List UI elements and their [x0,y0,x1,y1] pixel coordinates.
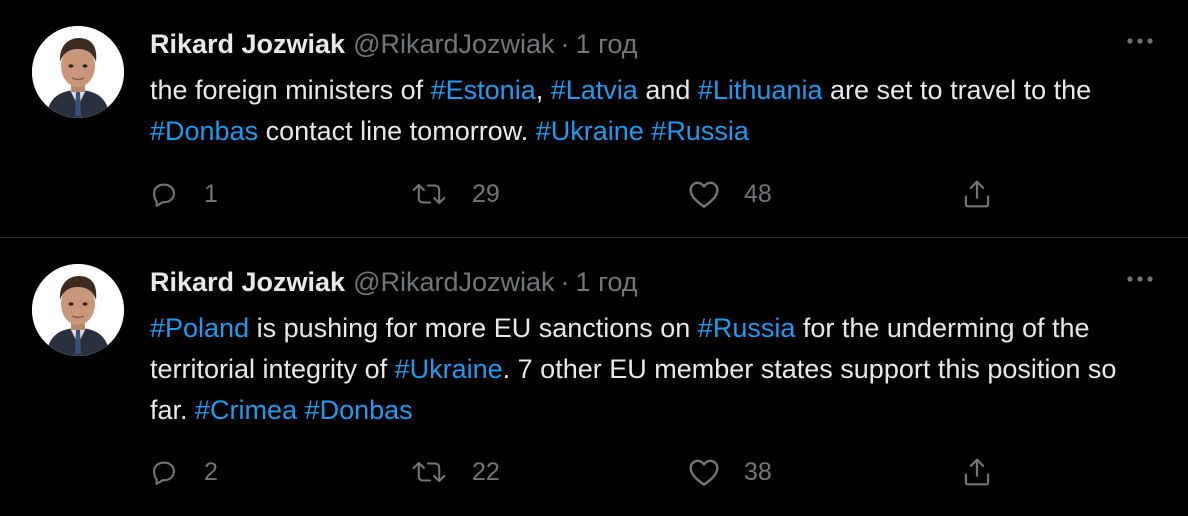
tweet-text: #Poland is pushing for more EU sanctions… [150,308,1160,431]
separator: · [560,29,570,59]
reply-icon [153,461,175,485]
avatar-image [32,26,124,118]
hashtag-link[interactable]: #Lithuania [698,75,823,105]
timestamp[interactable]: 1 год [576,29,638,59]
retweet-count: 22 [472,457,500,486]
hashtag-link[interactable]: #Ukraine [395,354,503,384]
tweet[interactable]: Rikard Jozwiak @RikardJozwiak · 1 год the f… [0,0,1188,238]
hashtag-link[interactable]: #Estonia [431,75,536,105]
like-count: 48 [744,179,772,208]
text-segment: is pushing for more EU sanctions on [249,313,698,343]
retweet-button[interactable]: 29 [412,174,500,214]
share-icon [964,458,990,486]
avatar[interactable] [32,264,124,356]
text-segment: the foreign ministers of [150,75,431,105]
text-segment: contact line tomorrow. [258,116,536,146]
text-segment: , [535,75,551,105]
reply-icon [153,183,175,207]
text-segment [297,395,305,425]
separator: · [560,267,570,297]
reply-button[interactable]: 2 [150,452,218,492]
hashtag-link[interactable]: #Donbas [305,395,413,425]
like-count: 38 [744,457,772,486]
share-button[interactable] [962,174,992,214]
author-name[interactable]: Rikard Jozwiak [150,267,345,297]
tweet-text: the foreign ministers of #Estonia, #Latv… [150,70,1160,152]
timestamp[interactable]: 1 год [576,267,638,297]
reply-button[interactable]: 1 [150,174,218,214]
text-segment: are set to travel to the [822,75,1092,105]
heart-icon [689,459,719,486]
retweet-button[interactable]: 22 [412,452,500,492]
heart-icon [689,181,719,208]
author-name[interactable]: Rikard Jozwiak [150,29,345,59]
reply-count: 2 [204,457,218,486]
like-button[interactable]: 38 [688,452,772,492]
tweet-header: Rikard Jozwiak @RikardJozwiak · 1 год [150,265,638,299]
retweet-icon [412,461,446,483]
reply-count: 1 [204,179,218,208]
tweet[interactable]: Rikard Jozwiak @RikardJozwiak · 1 год #Pola… [0,238,1188,516]
hashtag-link[interactable]: #Russia [698,313,796,343]
more-icon[interactable] [1124,30,1156,52]
tweet-actions: 2 22 38 [150,452,1010,492]
share-icon [964,180,990,208]
author-handle[interactable]: @RikardJozwiak [353,267,554,297]
more-icon[interactable] [1124,268,1156,290]
avatar[interactable] [32,26,124,118]
avatar-image [32,264,124,356]
author-handle[interactable]: @RikardJozwiak [353,29,554,59]
retweet-count: 29 [472,179,500,208]
hashtag-link[interactable]: #Poland [150,313,249,343]
retweet-icon [412,183,446,205]
hashtag-link[interactable]: #Russia [651,116,749,146]
hashtag-link[interactable]: #Crimea [195,395,297,425]
tweet-actions: 1 29 48 [150,174,1010,214]
hashtag-link[interactable]: #Donbas [150,116,258,146]
text-segment: and [637,75,698,105]
like-button[interactable]: 48 [688,174,772,214]
hashtag-link[interactable]: #Latvia [551,75,638,105]
hashtag-link[interactable]: #Ukraine [536,116,644,146]
share-button[interactable] [962,452,992,492]
tweet-header: Rikard Jozwiak @RikardJozwiak · 1 год [150,27,638,61]
